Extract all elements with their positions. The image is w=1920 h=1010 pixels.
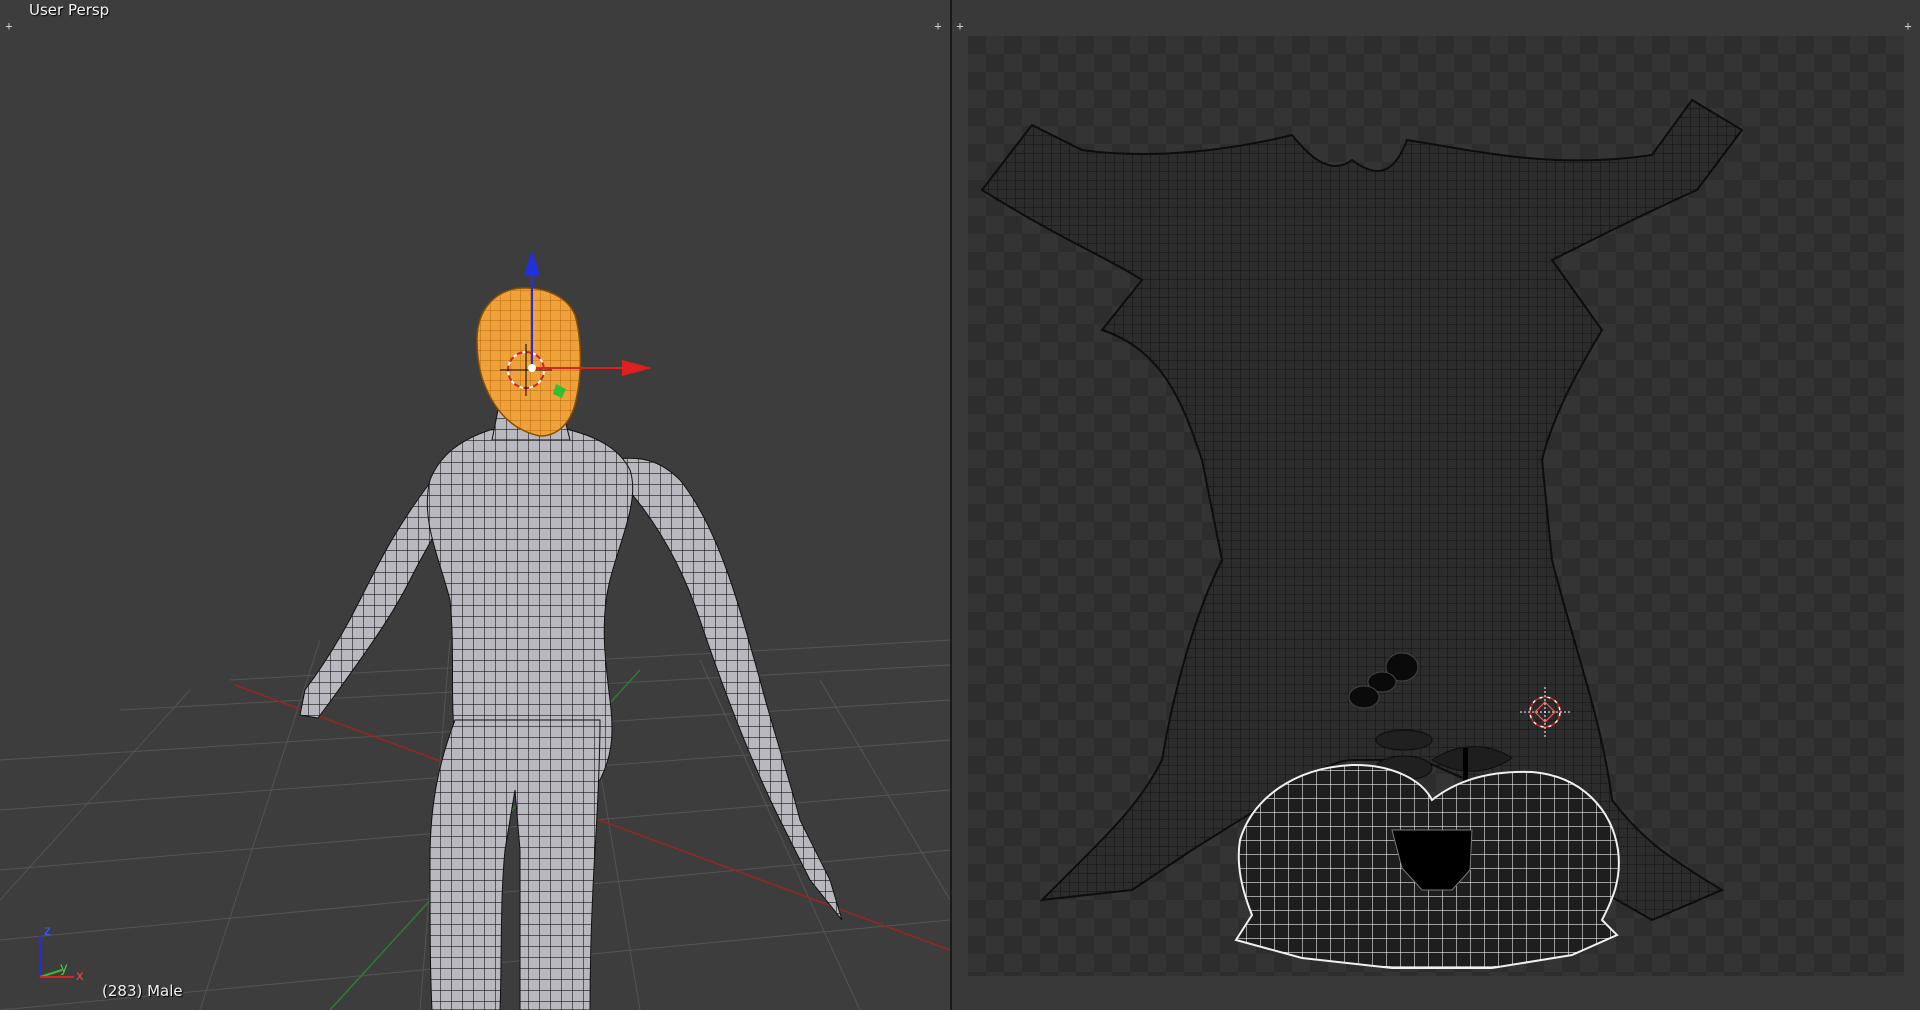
body-mesh[interactable]	[299, 287, 843, 1010]
viewport-canvas[interactable]: z y x	[0, 0, 950, 1010]
svg-text:x: x	[76, 969, 84, 984]
uv-layout[interactable]	[952, 0, 1920, 1010]
corner-plus-icon[interactable]: +	[932, 20, 944, 32]
x-arrow-icon	[622, 360, 652, 376]
view-label: User Persp	[29, 1, 110, 19]
selected-head	[476, 287, 582, 437]
svg-text:z: z	[44, 924, 51, 939]
uv-image-editor[interactable]: + +	[952, 0, 1920, 1010]
corner-plus-icon[interactable]: +	[954, 20, 966, 32]
svg-text:y: y	[60, 961, 68, 976]
3d-viewport[interactable]: z y x User Persp (283) Male + +	[0, 0, 950, 1010]
z-arrow-icon	[524, 250, 540, 276]
object-info: (283) Male	[102, 982, 183, 1000]
corner-plus-icon[interactable]: +	[1902, 20, 1914, 32]
corner-plus-icon[interactable]: +	[3, 20, 15, 32]
